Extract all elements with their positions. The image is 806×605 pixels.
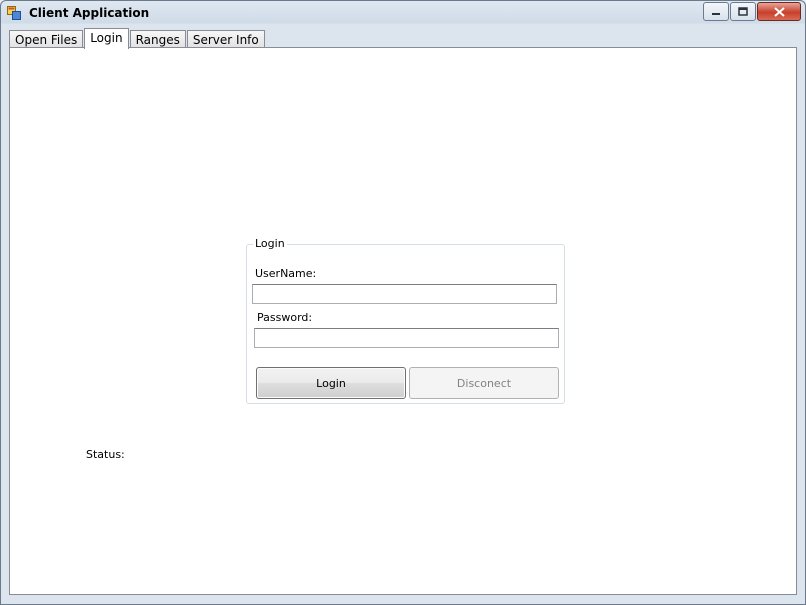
tab-strip: Open Files Login Ranges Server Info xyxy=(9,27,266,49)
username-label: UserName: xyxy=(255,267,317,280)
tab-login[interactable]: Login xyxy=(84,28,129,49)
close-button[interactable] xyxy=(757,2,801,21)
tab-open-files[interactable]: Open Files xyxy=(9,30,84,48)
disconnect-button[interactable]: Disconect xyxy=(409,367,559,399)
main-window: Client Application Open Files Login Rang… xyxy=(0,0,806,605)
window-title: Client Application xyxy=(29,6,150,20)
tab-server-info[interactable]: Server Info xyxy=(186,30,265,48)
login-groupbox: Login UserName: Password: Login Disconec… xyxy=(246,237,565,404)
login-tab-panel: Login UserName: Password: Login Disconec… xyxy=(9,47,797,595)
minimize-icon xyxy=(712,12,720,15)
password-input[interactable] xyxy=(254,328,559,348)
tab-ranges[interactable]: Ranges xyxy=(129,30,186,48)
password-label: Password: xyxy=(257,311,313,324)
title-bar[interactable]: Client Application xyxy=(1,1,805,25)
maximize-button[interactable] xyxy=(730,2,756,21)
status-label: Status: xyxy=(86,448,125,461)
app-window-icon xyxy=(7,6,21,20)
maximize-icon xyxy=(738,6,748,16)
window-controls xyxy=(702,2,801,21)
login-button[interactable]: Login xyxy=(256,367,406,399)
login-group-legend: Login xyxy=(253,237,287,250)
minimize-button[interactable] xyxy=(703,2,729,21)
username-input[interactable] xyxy=(252,284,557,304)
close-icon xyxy=(773,6,785,17)
